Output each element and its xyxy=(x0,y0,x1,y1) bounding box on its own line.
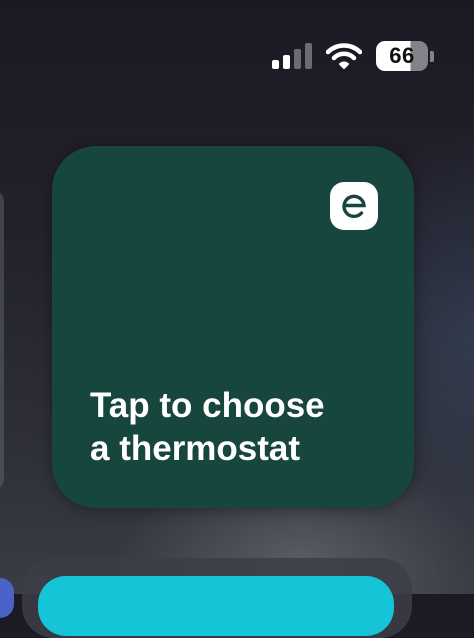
widget-message-line-2: a thermostat xyxy=(90,429,301,468)
wifi-icon xyxy=(326,43,362,69)
partial-app-icon[interactable] xyxy=(0,578,14,618)
battery-level: 66 xyxy=(376,41,428,71)
status-bar: 66 xyxy=(272,38,434,74)
dock-app-tile[interactable] xyxy=(38,576,394,636)
ecobee-e-icon xyxy=(330,182,378,230)
signal-bar-4 xyxy=(305,43,312,69)
ecobee-e-glyph xyxy=(342,194,366,219)
battery-cap xyxy=(430,50,434,62)
adjacent-widget-edge[interactable] xyxy=(0,190,4,490)
signal-bar-1 xyxy=(272,60,279,69)
battery-icon: 66 xyxy=(376,41,434,71)
signal-bar-3 xyxy=(294,49,301,69)
thermostat-widget[interactable]: Tap to choose a thermostat xyxy=(52,146,414,508)
signal-bar-2 xyxy=(283,55,290,69)
widget-message-line-1: Tap to choose xyxy=(90,386,325,425)
widget-message: Tap to choose a thermostat xyxy=(90,384,390,470)
cellular-signal-icon xyxy=(272,43,312,69)
